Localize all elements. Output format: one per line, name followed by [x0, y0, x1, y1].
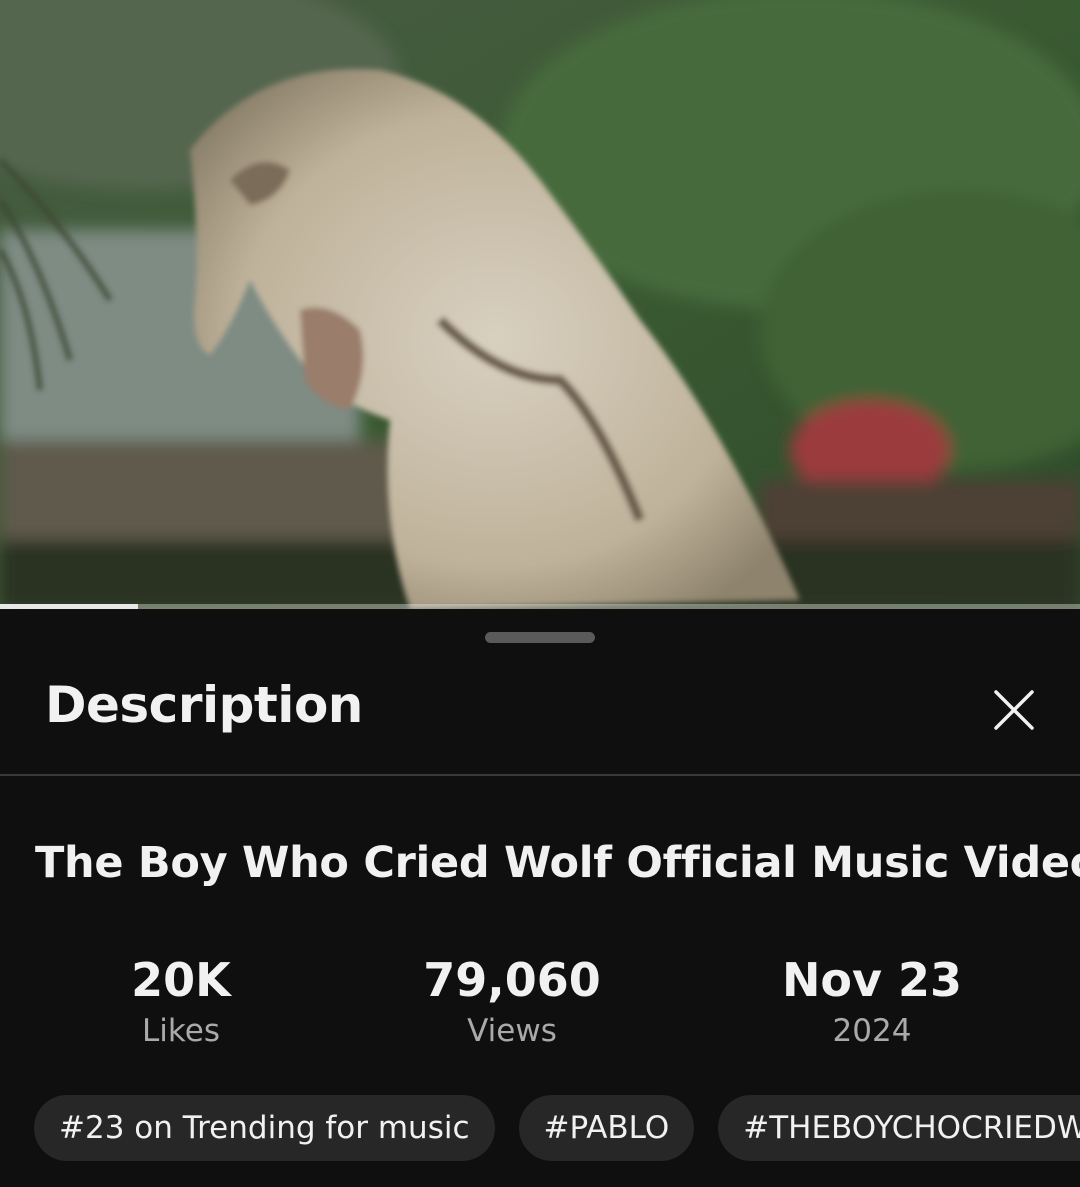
views-count: 79,060	[423, 953, 601, 1007]
likes-stat: 20K Likes	[21, 952, 341, 1054]
description-sheet: Description The Boy Who Cried Wolf Offic…	[0, 612, 1080, 1187]
date-stat: Nov 23 2024	[712, 952, 1032, 1054]
video-player[interactable]	[0, 0, 1080, 609]
trending-chip[interactable]: #23 on Trending for music	[34, 1095, 495, 1161]
views-stat: 79,060 Views	[352, 952, 672, 1054]
divider	[0, 774, 1080, 776]
chip-row: #23 on Trending for music #PABLO #THEBOY…	[34, 1095, 1080, 1161]
video-frame	[0, 0, 1080, 609]
likes-count: 20K	[131, 953, 231, 1007]
video-title: The Boy Who Cried Wolf Official Music Vi…	[35, 838, 1080, 888]
hashtag-chip-theboychocriedwolf[interactable]: #THEBOYCHOCRIEDWOLF	[718, 1095, 1080, 1161]
upload-date: Nov 23	[781, 953, 963, 1007]
drag-handle[interactable]	[485, 632, 595, 643]
close-button[interactable]	[984, 680, 1044, 740]
progress-fill	[0, 604, 139, 609]
hashtag-chip-pablo[interactable]: #PABLO	[518, 1095, 695, 1161]
close-icon	[994, 690, 1034, 730]
progress-bar[interactable]	[0, 604, 1080, 609]
panel-title: Description	[45, 676, 363, 734]
upload-year: 2024	[832, 1013, 912, 1049]
views-label: Views	[467, 1013, 557, 1049]
likes-label: Likes	[142, 1013, 220, 1049]
